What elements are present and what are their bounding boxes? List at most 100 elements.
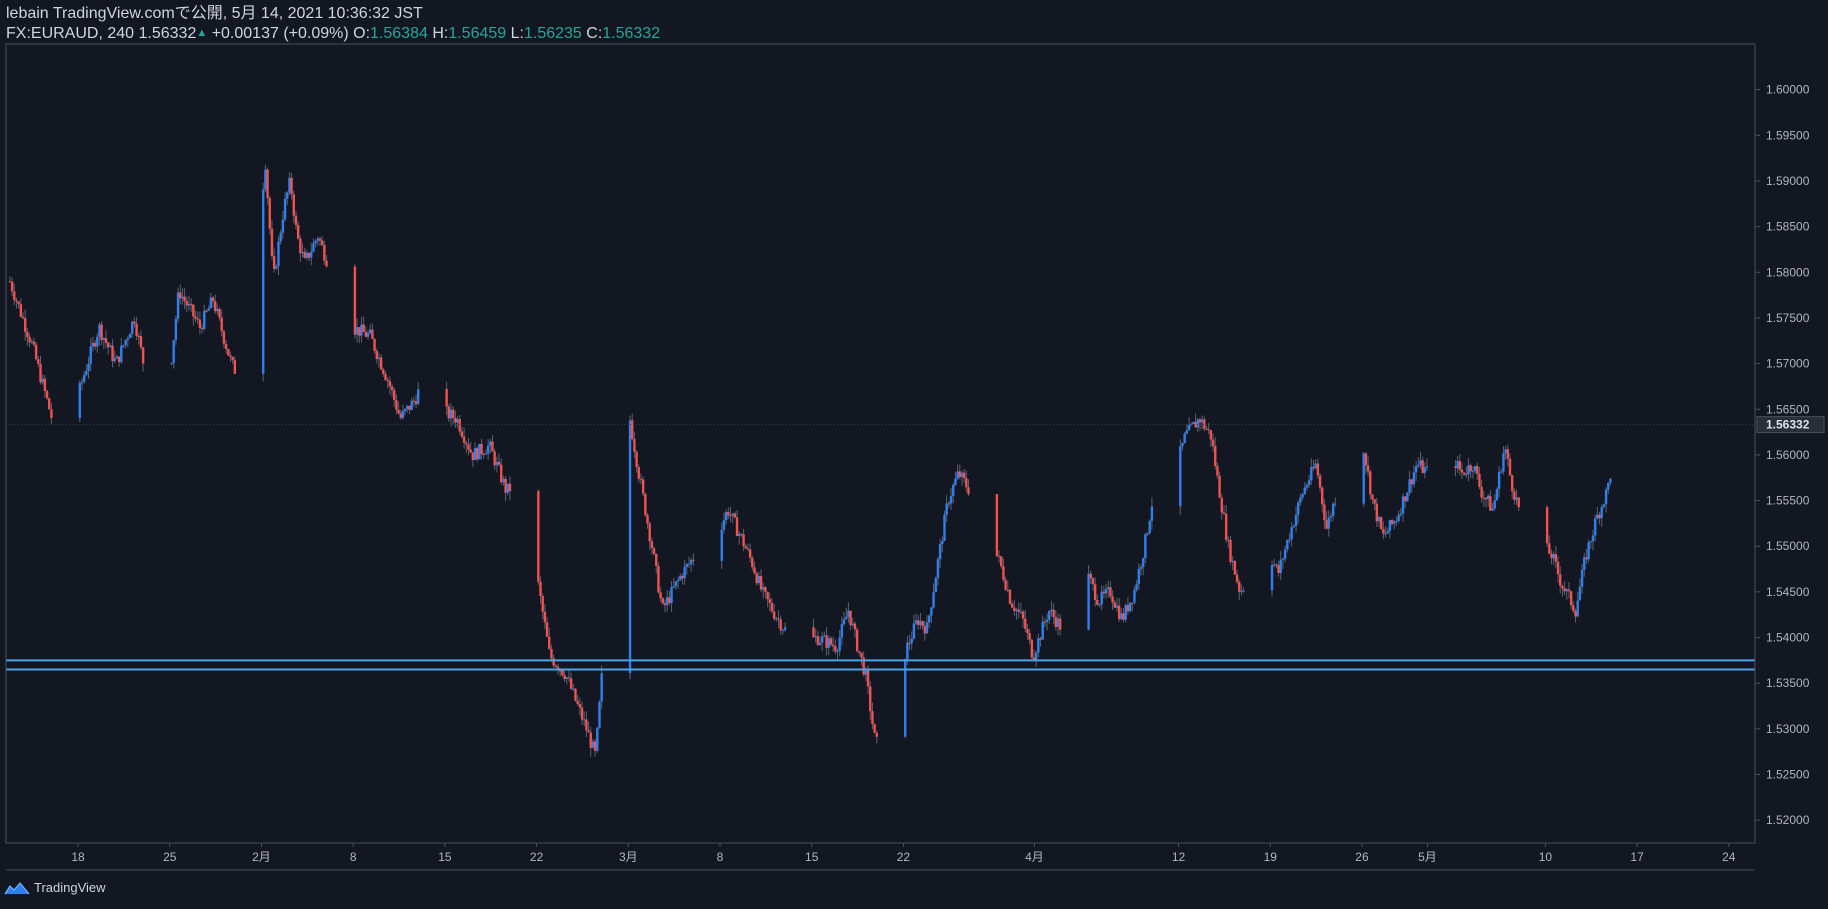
candle bbox=[473, 448, 477, 461]
candle bbox=[823, 635, 826, 637]
candle bbox=[683, 566, 686, 579]
candle bbox=[292, 194, 295, 216]
candle bbox=[1048, 610, 1051, 620]
candle bbox=[268, 197, 271, 229]
candle bbox=[109, 345, 112, 348]
candle bbox=[1222, 512, 1226, 514]
price-tick-label: 1.54500 bbox=[1766, 585, 1810, 599]
candle bbox=[85, 371, 88, 375]
time-tick-label: 3月 bbox=[619, 850, 638, 864]
candle bbox=[299, 238, 302, 254]
candle bbox=[591, 741, 595, 748]
candle bbox=[50, 409, 53, 419]
candle bbox=[1513, 491, 1516, 500]
candle bbox=[1220, 497, 1223, 513]
candle bbox=[131, 321, 134, 335]
price-axis[interactable]: 1.60000 1.59500 1.59000 1.58500 1.58000 1.575… bbox=[1755, 83, 1825, 828]
candle bbox=[207, 308, 210, 311]
candle bbox=[759, 576, 763, 590]
candle bbox=[266, 169, 269, 198]
candle bbox=[1017, 609, 1020, 612]
candle bbox=[1102, 591, 1106, 594]
candle bbox=[179, 292, 182, 299]
candle bbox=[491, 441, 494, 452]
candle bbox=[1292, 525, 1296, 528]
candle bbox=[1314, 463, 1317, 469]
candle bbox=[264, 169, 267, 190]
candle bbox=[679, 575, 682, 580]
last-price-badge-label: 1.56332 bbox=[1766, 418, 1810, 432]
candle bbox=[1150, 506, 1154, 521]
candle bbox=[689, 559, 693, 564]
chart-frame bbox=[5, 43, 1756, 871]
candle bbox=[183, 296, 186, 302]
candle bbox=[1602, 504, 1606, 507]
candle bbox=[1286, 539, 1289, 550]
candle bbox=[1211, 439, 1215, 447]
candle bbox=[386, 379, 389, 381]
price-chart[interactable]: 1.60000 1.59500 1.59000 1.58500 1.58000 1.575… bbox=[0, 0, 1828, 909]
candle bbox=[1019, 611, 1023, 613]
candle bbox=[657, 565, 660, 593]
price-tick-label: 1.52000 bbox=[1766, 813, 1810, 827]
time-tick-label: 5月 bbox=[1418, 850, 1437, 864]
candle bbox=[362, 324, 365, 332]
candle bbox=[272, 255, 276, 269]
time-axis[interactable]: 18 25 2月 8 15 22 3月 8 15 22 4月 12 19 26 5月 10 17 24 bbox=[71, 843, 1736, 864]
candle bbox=[746, 548, 750, 550]
candle bbox=[1089, 573, 1092, 579]
candle bbox=[209, 297, 213, 309]
candle bbox=[506, 483, 509, 493]
candle bbox=[203, 310, 206, 330]
candle bbox=[1576, 600, 1579, 617]
candle bbox=[281, 219, 285, 233]
candle bbox=[1480, 486, 1483, 498]
candle bbox=[748, 549, 752, 558]
candle bbox=[849, 610, 852, 626]
candle bbox=[674, 581, 678, 587]
candle bbox=[1045, 619, 1049, 622]
candle bbox=[1238, 581, 1241, 592]
candle bbox=[956, 471, 959, 479]
candle bbox=[1375, 503, 1379, 522]
candle bbox=[358, 327, 361, 336]
candle bbox=[1412, 472, 1416, 485]
candle bbox=[1478, 474, 1481, 487]
candle bbox=[122, 345, 125, 347]
support-zone[interactable] bbox=[6, 659, 1755, 671]
candle bbox=[831, 644, 835, 647]
candle bbox=[1469, 465, 1472, 472]
candle bbox=[279, 232, 282, 242]
candle bbox=[460, 431, 464, 437]
brand-name[interactable]: TradingView bbox=[34, 880, 106, 895]
candle bbox=[537, 491, 540, 582]
candle bbox=[198, 319, 202, 328]
candle bbox=[39, 364, 42, 383]
candle bbox=[687, 563, 691, 565]
candle bbox=[262, 189, 265, 374]
candle bbox=[1216, 466, 1219, 476]
candle bbox=[369, 329, 372, 334]
price-tick-label: 1.58000 bbox=[1766, 265, 1810, 279]
candle bbox=[543, 611, 547, 623]
candle bbox=[1489, 495, 1492, 511]
candle bbox=[403, 408, 407, 411]
candle bbox=[303, 251, 306, 258]
candle bbox=[1279, 559, 1282, 573]
candle bbox=[1504, 449, 1507, 454]
candle bbox=[318, 238, 322, 241]
candle bbox=[502, 478, 505, 483]
candle bbox=[1495, 489, 1499, 501]
candle bbox=[1209, 430, 1213, 440]
candle bbox=[1364, 453, 1368, 466]
candle bbox=[410, 400, 413, 410]
candle bbox=[1401, 496, 1405, 514]
candle bbox=[777, 618, 780, 620]
candle bbox=[569, 678, 573, 689]
candle bbox=[1010, 603, 1014, 608]
candle bbox=[825, 635, 828, 648]
candle bbox=[589, 732, 592, 748]
candle bbox=[1388, 520, 1392, 532]
candle bbox=[932, 592, 935, 608]
candle bbox=[1144, 534, 1147, 559]
